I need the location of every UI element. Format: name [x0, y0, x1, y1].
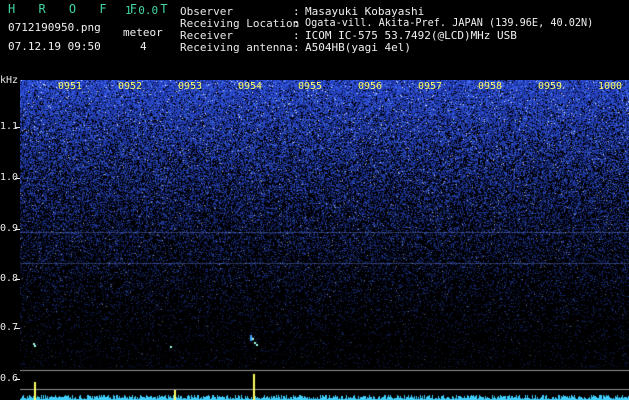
spectrogram-plot: 0951 0952 0953 0954 0955 0956 0957 0958 0959 1000 — [20, 80, 629, 400]
time-tick-label: 0951 — [58, 81, 83, 92]
time-tick-label: 0956 — [358, 81, 383, 92]
antenna-value: A504HB(yagi 4el) — [305, 41, 411, 54]
meteor-count: 4 — [140, 40, 147, 53]
time-tick-label: 0958 — [478, 81, 503, 92]
y-unit-label: kHz — [0, 75, 19, 86]
hroft-window: H R O F F T 1.0.0 0712190950.png meteor … — [0, 0, 629, 400]
file-name: 0712190950.png — [8, 21, 101, 34]
time-tick-label: 0959 — [538, 81, 563, 92]
meteor-label: meteor — [123, 26, 163, 39]
time-tick-label: 0955 — [298, 81, 323, 92]
time-tick-label: 0952 — [118, 81, 143, 92]
time-tick-label: 0954 — [238, 81, 263, 92]
time-tick-label: 1000 — [598, 81, 623, 92]
date-time: 07.12.19 09:50 — [8, 40, 101, 53]
spectrogram-canvas — [20, 80, 629, 400]
time-tick-label: 0953 — [178, 81, 203, 92]
time-tick-label: 0957 — [418, 81, 443, 92]
app-version: 1.0.0 — [125, 4, 159, 17]
antenna-label: Receiving antenna — [180, 41, 293, 54]
antenna-colon: : — [293, 41, 300, 54]
